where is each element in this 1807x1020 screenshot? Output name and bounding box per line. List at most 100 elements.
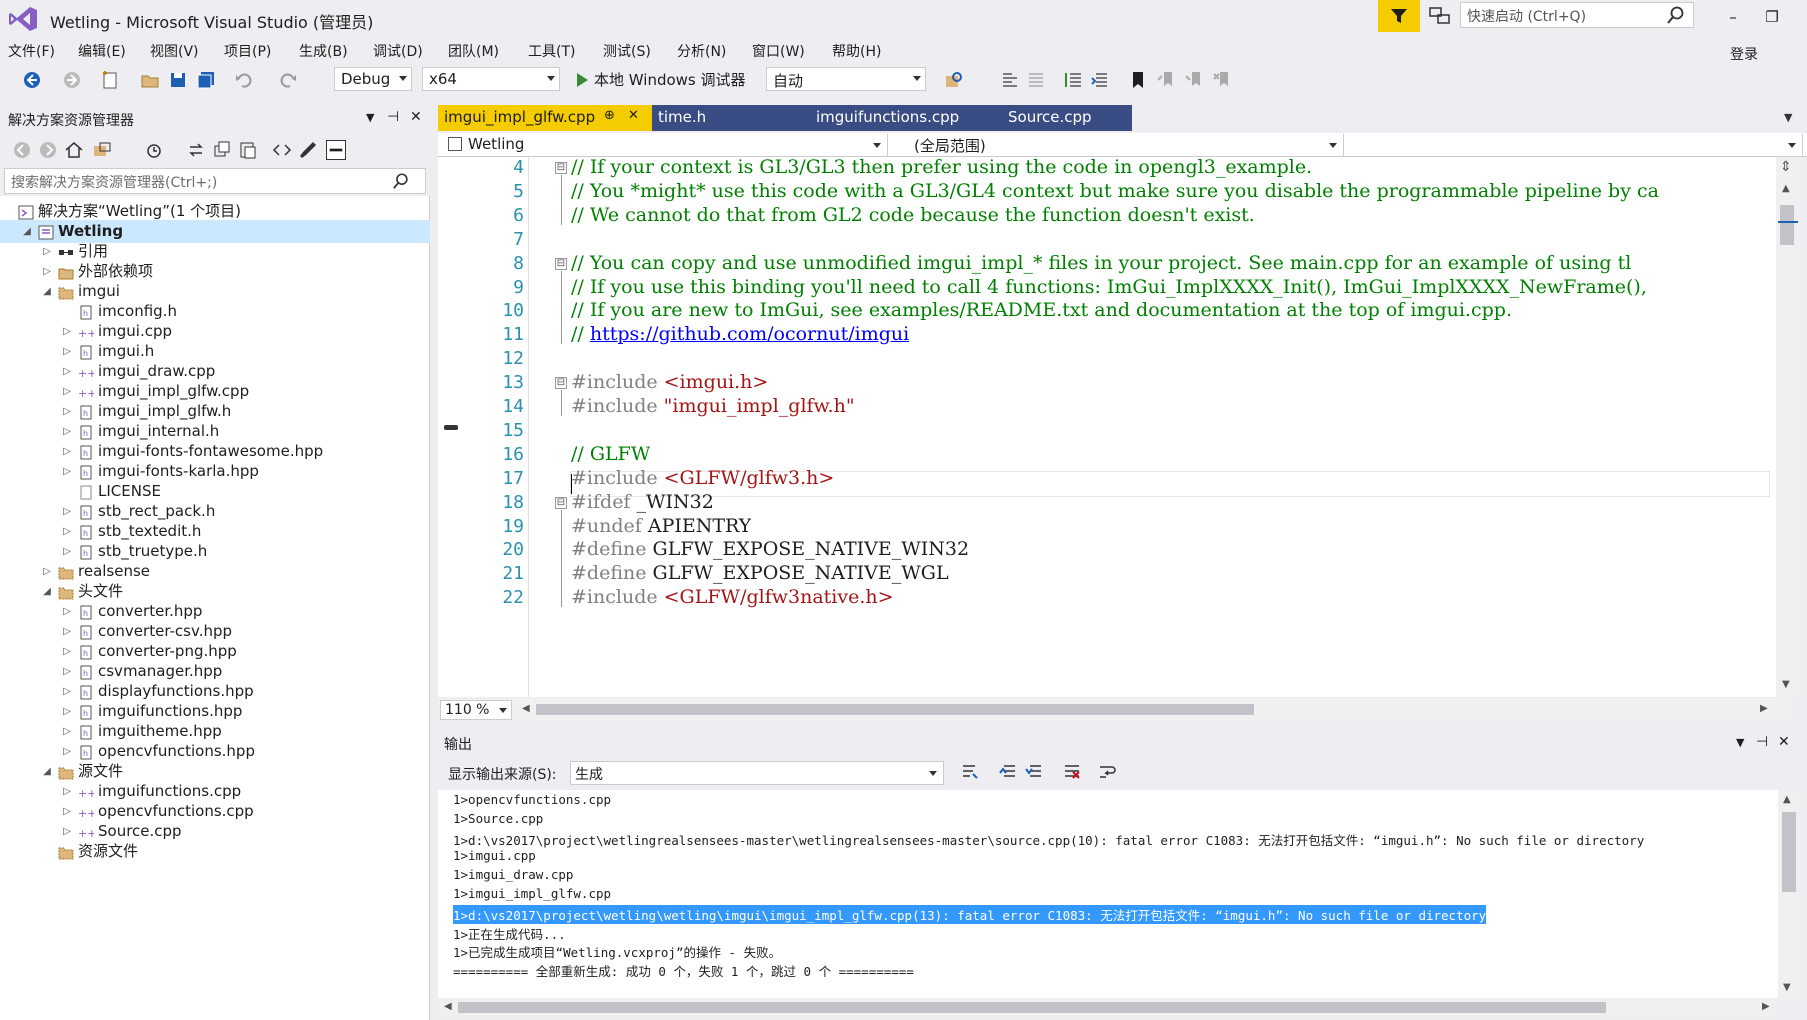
member-select[interactable]	[1346, 134, 1803, 156]
preview-selected-icon[interactable]	[326, 140, 346, 160]
undo-icon[interactable]	[234, 70, 254, 90]
code-editor[interactable]	[438, 157, 1788, 697]
scroll-left-icon[interactable]: ◀	[444, 1001, 452, 1012]
tree-item[interactable]: 资源文件	[0, 840, 430, 863]
back-icon[interactable]	[12, 140, 32, 160]
sync-icon[interactable]	[186, 140, 206, 160]
open-file-icon[interactable]	[140, 70, 160, 90]
menu-file[interactable]: 文件(F)	[8, 41, 55, 61]
fold-toggle-icon[interactable]: ⊟	[555, 162, 567, 174]
scroll-up-icon[interactable]: ▲	[1783, 794, 1791, 805]
fold-toggle-icon[interactable]: ⊟	[555, 496, 567, 509]
menu-window[interactable]: 窗口(W)	[752, 41, 805, 61]
minimize-button[interactable]: –	[1723, 8, 1743, 28]
fold-toggle-icon[interactable]: ⊟	[555, 257, 567, 270]
switch-views-icon[interactable]	[92, 140, 112, 160]
clear-bookmarks-icon[interactable]	[1212, 70, 1232, 90]
output-line[interactable]: 1>imgui.cpp	[453, 848, 536, 863]
panel-menu-icon[interactable]: ▼	[366, 111, 374, 124]
start-debugger-button[interactable]: 本地 Windows 调试器	[594, 69, 746, 90]
menu-edit[interactable]: 编辑(E)	[78, 41, 126, 61]
output-line[interactable]: 1>opencvfunctions.cpp	[453, 792, 611, 807]
collapse-all-icon[interactable]	[212, 140, 232, 160]
debugger-mode-select[interactable]: 自动	[766, 67, 926, 91]
tab-time-h[interactable]: time.h	[652, 105, 764, 131]
pin-icon[interactable]: ⊕	[604, 108, 615, 123]
pin-icon[interactable]: ⊣	[387, 109, 399, 125]
scroll-thumb[interactable]	[1780, 205, 1794, 245]
output-line[interactable]: ========== 全部重新生成: 成功 0 个，失败 1 个，跳过 0 个 …	[453, 961, 914, 980]
save-icon[interactable]	[168, 70, 188, 90]
tab-source-cpp[interactable]: Source.cpp	[964, 105, 1132, 131]
scroll-right-icon[interactable]: ▶	[1762, 1001, 1770, 1012]
menu-project[interactable]: 项目(P)	[224, 41, 271, 61]
start-debugging-icon[interactable]	[572, 70, 592, 90]
close-icon[interactable]: ✕	[1778, 734, 1790, 750]
menu-debug[interactable]: 调试(D)	[373, 41, 423, 61]
menu-team[interactable]: 团队(M)	[448, 41, 499, 61]
find-in-files-icon[interactable]	[944, 70, 964, 90]
redo-icon[interactable]	[278, 70, 298, 90]
scroll-right-icon[interactable]: ▶	[1760, 703, 1768, 714]
view-code-icon[interactable]	[272, 140, 292, 160]
project-scope-select[interactable]: Wetling	[442, 134, 888, 156]
scroll-down-icon[interactable]: ▼	[1782, 679, 1790, 690]
home-icon[interactable]	[64, 140, 84, 160]
scroll-down-icon[interactable]: ▼	[1783, 982, 1791, 993]
notifications-filter-button[interactable]	[1378, 0, 1420, 32]
comment-lines-icon[interactable]	[1064, 70, 1084, 90]
solution-configuration-select[interactable]: Debug	[334, 67, 412, 91]
output-source-select[interactable]: 生成	[570, 761, 944, 785]
uncomment-lines-icon[interactable]	[1090, 70, 1110, 90]
menu-analyze[interactable]: 分析(N)	[677, 41, 726, 61]
save-all-icon[interactable]	[196, 70, 216, 90]
tab-imgui-impl-glfw-cpp[interactable]: imgui_impl_glfw.cpp ⊕ ✕	[438, 105, 652, 131]
solution-explorer-search-input[interactable]: 搜索解决方案资源管理器(Ctrl+;)	[4, 168, 426, 194]
close-icon[interactable]: ✕	[410, 109, 422, 125]
zoom-level-select[interactable]: 110 %	[440, 700, 512, 720]
pending-changes-filter-icon[interactable]	[144, 140, 164, 160]
scroll-thumb[interactable]	[1782, 812, 1796, 892]
close-icon[interactable]: ✕	[628, 108, 639, 123]
new-project-icon[interactable]	[100, 70, 120, 90]
show-all-files-icon[interactable]	[238, 140, 258, 160]
global-scope-select[interactable]: (全局范围)	[890, 134, 1344, 156]
split-icon[interactable]: ⇕	[1780, 159, 1792, 175]
sign-in-link[interactable]: 登录	[1730, 44, 1758, 64]
output-line[interactable]: 1>Source.cpp	[453, 811, 543, 826]
code-link[interactable]: https://github.com/ocornut/imgui	[590, 323, 909, 345]
search-icon[interactable]	[1666, 5, 1686, 25]
solution-platform-select[interactable]: x64	[422, 67, 560, 91]
menu-help[interactable]: 帮助(H)	[832, 41, 881, 61]
tab-overflow-icon[interactable]: ▼	[1784, 111, 1792, 124]
output-line[interactable]: 1>正在生成代码...	[453, 924, 566, 943]
fold-toggle-icon[interactable]: ⊟	[555, 377, 567, 390]
output-line[interactable]: 1>imgui_draw.cpp	[453, 867, 573, 882]
properties-icon[interactable]	[298, 140, 318, 160]
scroll-up-icon[interactable]: ▲	[1782, 183, 1790, 194]
menu-build[interactable]: 生成(B)	[299, 41, 348, 61]
quick-launch-input[interactable]: 快速启动 (Ctrl+Q)	[1460, 2, 1694, 28]
feedback-icon[interactable]	[1428, 5, 1452, 27]
tab-imguifunctions-cpp[interactable]: imguifunctions.cpp	[764, 105, 964, 131]
next-bookmark-icon[interactable]	[1184, 70, 1204, 90]
step-over-icon[interactable]	[1026, 70, 1046, 90]
pin-icon[interactable]: ⊣	[1756, 734, 1768, 750]
forward-icon[interactable]	[38, 140, 58, 160]
output-line[interactable]: 1>d:\vs2017\project\wetlingrealsensees-m…	[453, 830, 1644, 849]
clear-all-icon[interactable]	[1062, 762, 1082, 782]
navigate-back-icon[interactable]	[22, 70, 42, 90]
scroll-left-icon[interactable]: ◀	[522, 703, 530, 714]
go-to-next-message-icon[interactable]	[1024, 762, 1044, 782]
output-line[interactable]: 1>d:\vs2017\project\wetling\wetling\imgu…	[453, 904, 1487, 924]
output-vertical-scrollbar[interactable]: ▲ ▼	[1778, 790, 1800, 1000]
scroll-thumb[interactable]	[458, 1002, 1606, 1013]
output-horizontal-scrollbar[interactable]: ◀ ▶	[438, 998, 1778, 1018]
go-to-previous-message-icon[interactable]	[998, 762, 1018, 782]
scroll-thumb[interactable]	[536, 704, 1254, 715]
menu-view[interactable]: 视图(V)	[150, 41, 199, 61]
previous-bookmark-icon[interactable]	[1156, 70, 1176, 90]
step-into-icon[interactable]	[1000, 70, 1020, 90]
toggle-word-wrap-icon[interactable]	[1098, 762, 1118, 782]
navigate-forward-icon[interactable]	[62, 70, 82, 90]
